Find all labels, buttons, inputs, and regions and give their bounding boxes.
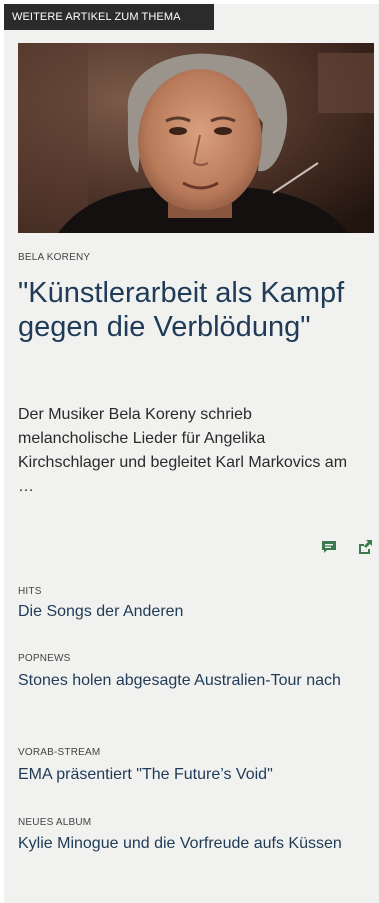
related-kicker: HITS xyxy=(18,586,42,597)
featured-headline[interactable]: "Künstlerarbeit als Kampf gegen die Verb… xyxy=(18,276,358,344)
related-kicker: VORAB-STREAM xyxy=(18,747,101,758)
featured-teaser: Der Musiker Bela Koreny schrieb melancho… xyxy=(18,406,348,495)
featured-image[interactable] xyxy=(18,43,374,233)
comment-icon[interactable] xyxy=(320,538,338,556)
related-article-link[interactable]: EMA präsentiert "The Future’s Void" xyxy=(18,763,363,787)
related-kicker: POPNEWS xyxy=(18,653,71,664)
featured-kicker: BELA KORENY xyxy=(18,252,91,263)
related-article-link[interactable]: Kylie Minogue und die Vorfreude aufs Küs… xyxy=(18,832,363,856)
related-article-link[interactable]: Stones holen abgesagte Australien-Tour n… xyxy=(18,669,363,693)
share-icon[interactable] xyxy=(356,538,374,556)
related-kicker: NEUES ALBUM xyxy=(18,817,92,828)
related-article-link[interactable]: Die Songs der Anderen xyxy=(18,600,363,624)
section-title: WEITERE ARTIKEL ZUM THEMA xyxy=(4,4,214,30)
